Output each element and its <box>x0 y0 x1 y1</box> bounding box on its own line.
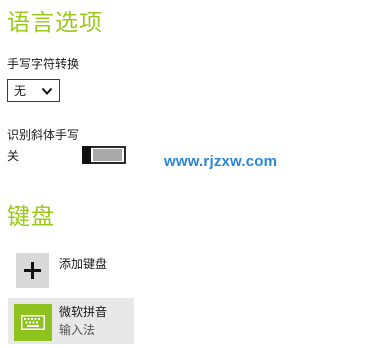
italic-recognition-label: 识别斜体手写 <box>7 128 80 142</box>
add-keyboard-label[interactable]: 添加键盘 <box>59 256 107 272</box>
ime-type: 输入法 <box>59 323 96 337</box>
language-options-title: 语言选项 <box>7 10 103 36</box>
dropdown-selected-value: 无 <box>14 84 27 98</box>
keyboard-icon <box>21 315 45 330</box>
add-keyboard-button[interactable] <box>16 253 49 288</box>
ime-name: 微软拼音 <box>59 305 108 319</box>
toggle-fill <box>93 149 122 161</box>
plus-icon-vertical <box>31 262 34 279</box>
watermark-text: www.rjzxw.com <box>164 153 278 170</box>
italic-recognition-state: 关 <box>7 149 20 163</box>
toggle-thumb <box>82 146 91 164</box>
italic-recognition-toggle[interactable] <box>82 146 126 164</box>
keyboard-section-title: 键盘 <box>7 204 55 230</box>
handwriting-conversion-label: 手写字符转换 <box>7 57 80 71</box>
chevron-down-icon <box>41 87 53 95</box>
keyboard-item-microsoft-pinyin[interactable]: 微软拼音 输入法 <box>8 298 134 344</box>
handwriting-conversion-dropdown[interactable]: 无 <box>7 79 60 102</box>
language-options-page: 语言选项 手写字符转换 无 识别斜体手写 关 www.rjzxw.com 键盘 … <box>0 0 388 348</box>
ime-icon-tile <box>14 304 52 341</box>
